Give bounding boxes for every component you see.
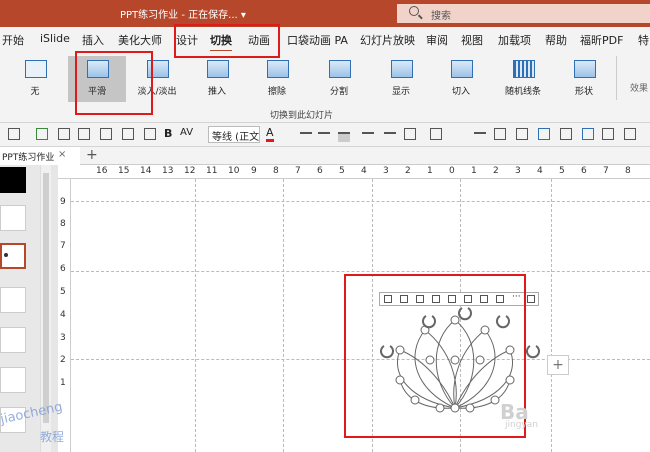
scrollbar-thumb[interactable] (43, 173, 49, 423)
guide-line (71, 271, 650, 272)
table-icon[interactable] (430, 128, 442, 140)
transition-cut-button[interactable]: 切入 (432, 56, 490, 102)
tab-addins[interactable]: 加载项 (498, 32, 531, 48)
group-label: 切换到此幻灯片 (270, 111, 334, 121)
search-icon (409, 6, 419, 16)
search-placeholder: 搜索 (431, 11, 451, 22)
toolbar-settings-icon[interactable] (527, 295, 535, 303)
shape-transition-icon (574, 60, 596, 78)
shape-fill-icon[interactable] (516, 128, 528, 140)
tab-pocket-animation[interactable]: 口袋动画 PA (287, 32, 348, 48)
font-name-field[interactable]: 等线 (正文 (208, 126, 260, 143)
split-transition-icon (329, 60, 351, 78)
slide-thumbnail[interactable] (0, 287, 26, 313)
font-color-button[interactable]: A (266, 126, 274, 142)
guide-line (283, 179, 284, 452)
guide-line (551, 179, 552, 452)
window-title: PPT练习作业 - 正在保存... ▾ (120, 10, 246, 21)
document-tabs: PPT练习作业 × + (0, 147, 650, 165)
align-icon[interactable] (36, 128, 48, 140)
new-tab-icon[interactable]: + (86, 147, 98, 163)
textbox-icon[interactable] (494, 128, 506, 140)
highlight-morph (75, 51, 153, 115)
transition-push-button[interactable]: 推入 (188, 56, 246, 102)
transition-reveal-button[interactable]: 显示 (372, 56, 430, 102)
char-spacing-button[interactable]: AV (180, 127, 193, 138)
tab-more[interactable]: 特 (638, 32, 649, 48)
tab-insert[interactable]: 插入 (82, 32, 104, 48)
more-icon[interactable] (624, 128, 636, 140)
document-tab[interactable]: PPT练习作业 (0, 147, 80, 165)
group-icon[interactable] (602, 128, 614, 140)
gallery-scroll[interactable] (616, 56, 628, 100)
push-transition-icon (207, 60, 229, 78)
slide-thumbnail[interactable] (0, 327, 26, 353)
bold-button[interactable]: B (164, 127, 172, 140)
horizontal-ruler: 16 15 14 13 12 11 10 9 8 7 6 5 4 3 2 1 0… (58, 165, 650, 179)
tab-review[interactable]: 审阅 (426, 32, 448, 48)
ribbon-tabs: 开始 iSlide 插入 美化大师 设计 切换 动画 口袋动画 PA 幻灯片放映… (0, 27, 650, 52)
justify-icon[interactable] (384, 132, 396, 142)
highlight-shape (344, 274, 526, 438)
insert-image-icon[interactable] (78, 128, 90, 140)
transition-shape-button[interactable]: 形状 (555, 56, 613, 102)
transition-wipe-button[interactable]: 擦除 (248, 56, 306, 102)
transition-split-button[interactable]: 分割 (310, 56, 368, 102)
align-right-icon[interactable] (362, 132, 374, 142)
highlight-tabs (174, 24, 280, 58)
cut-transition-icon (451, 60, 473, 78)
grid-icon[interactable] (122, 128, 134, 140)
slide-thumbnail[interactable] (0, 367, 26, 393)
crop-icon[interactable] (582, 128, 594, 140)
tab-islide[interactable]: iSlide (40, 32, 70, 45)
baidu-watermark-sub: jingyan (505, 420, 538, 430)
arrange-icon[interactable] (560, 128, 572, 140)
slide-thumbnail[interactable] (0, 167, 26, 193)
guide-line (195, 179, 196, 452)
close-tab-icon[interactable]: × (58, 149, 66, 160)
format-toolbar: B AV 等线 (正文 A (0, 123, 650, 147)
align-left-icon[interactable] (318, 132, 330, 142)
tab-home[interactable]: 开始 (2, 32, 24, 48)
tab-foxit-pdf[interactable]: 福昕PDF (580, 32, 623, 48)
tab-help[interactable]: 帮助 (545, 32, 567, 48)
none-transition-icon (25, 60, 47, 78)
slide-thumbnail-selected[interactable] (0, 243, 26, 269)
insert-chart-icon[interactable] (100, 128, 112, 140)
triangle-icon[interactable] (474, 132, 486, 142)
random-bars-transition-icon (513, 60, 535, 78)
search-box[interactable]: 搜索 (397, 4, 650, 23)
watermark-text-2: 教程 (40, 430, 65, 444)
title-bar: PPT练习作业 - 正在保存... ▾ 搜索 (0, 0, 650, 27)
add-element-button[interactable]: + (547, 355, 569, 375)
effect-options-label[interactable]: 效果 (630, 81, 648, 94)
transition-none-button[interactable]: 无 (6, 56, 64, 102)
align-center-icon[interactable] (338, 132, 350, 142)
tab-slideshow[interactable]: 幻灯片放映 (360, 32, 415, 48)
guide-line (71, 201, 650, 202)
columns-icon[interactable] (404, 128, 416, 140)
transition-random-bars-button[interactable]: 随机线条 (494, 56, 552, 102)
tab-view[interactable]: 视图 (461, 32, 483, 48)
star-icon[interactable] (58, 128, 70, 140)
picture-icon[interactable] (538, 128, 550, 140)
brush-icon[interactable] (144, 128, 156, 140)
reveal-transition-icon (391, 60, 413, 78)
undo-icon[interactable] (8, 128, 20, 140)
line-icon[interactable] (300, 132, 312, 142)
wipe-transition-icon (267, 60, 289, 78)
slide-thumbnail[interactable] (0, 205, 26, 231)
tab-meihua[interactable]: 美化大师 (118, 32, 162, 48)
thumb-dot (4, 253, 8, 257)
